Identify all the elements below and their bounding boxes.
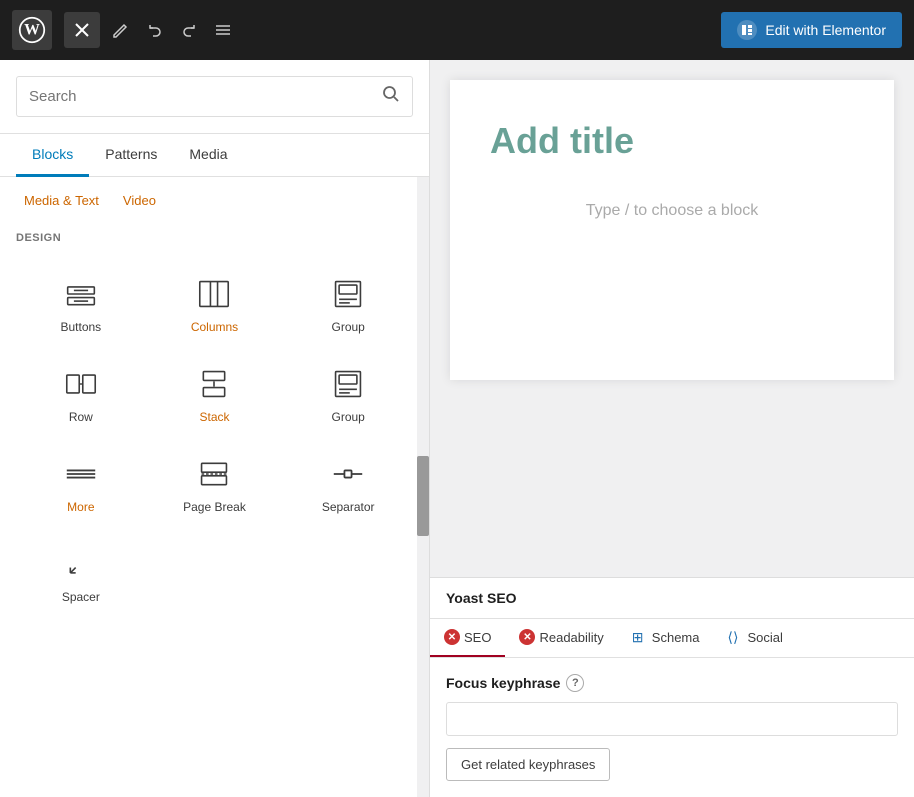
- focus-keyphrase-text: Focus keyphrase: [446, 675, 560, 691]
- yoast-tabs: ✕ SEO ✕ Readability ⊞ Schema ⟨⟩ Social: [430, 619, 914, 658]
- tabs-area: Blocks Patterns Media: [0, 134, 429, 177]
- search-area: [0, 60, 429, 134]
- columns-label: Columns: [191, 320, 238, 334]
- group2-icon: [330, 366, 366, 402]
- svg-text:W: W: [24, 21, 40, 38]
- undo-button[interactable]: [142, 17, 168, 43]
- tab-seo[interactable]: ✕ SEO: [430, 619, 505, 657]
- menu-button[interactable]: [210, 17, 236, 43]
- spacer-label: Spacer: [62, 590, 100, 604]
- block-grid: Buttons Columns: [0, 252, 429, 624]
- block-item-group[interactable]: Group: [283, 260, 413, 346]
- keyphrase-input[interactable]: [446, 702, 898, 736]
- design-section-label: DESIGN: [0, 220, 429, 252]
- block-item-columns[interactable]: Columns: [150, 260, 280, 346]
- block-item-more[interactable]: More: [16, 440, 146, 526]
- separator-icon: [330, 456, 366, 492]
- tab-schema[interactable]: ⊞ Schema: [618, 619, 714, 657]
- top-items-row: Media & Text Video: [0, 185, 429, 220]
- buttons-label: Buttons: [60, 320, 101, 334]
- yoast-header: Yoast SEO: [430, 578, 914, 619]
- readability-error-icon: ✕: [519, 629, 535, 645]
- search-icon: [382, 85, 400, 108]
- edit-pencil-button[interactable]: [108, 17, 134, 43]
- block-item-separator[interactable]: Separator: [283, 440, 413, 526]
- focus-keyphrase-label: Focus keyphrase ?: [446, 674, 898, 692]
- more-icon: [63, 456, 99, 492]
- block-hint: Type / to choose a block: [490, 182, 854, 240]
- separator-label: Separator: [322, 500, 375, 514]
- wp-logo: W: [12, 10, 52, 50]
- block-item-row[interactable]: Row: [16, 350, 146, 436]
- edit-elementor-button[interactable]: Edit with Elementor: [721, 12, 902, 48]
- schema-tab-label: Schema: [652, 630, 700, 645]
- scrollbar-track: [417, 177, 429, 797]
- tab-social[interactable]: ⟨⟩ Social: [714, 619, 797, 657]
- group-label: Group: [331, 320, 364, 334]
- close-button[interactable]: [64, 12, 100, 48]
- editor-canvas[interactable]: Add title Type / to choose a block: [450, 80, 894, 380]
- tab-readability[interactable]: ✕ Readability: [505, 619, 617, 657]
- pagebreak-label: Page Break: [183, 500, 246, 514]
- yoast-panel: Yoast SEO ✕ SEO ✕ Readability ⊞ Schema ⟨…: [430, 577, 914, 797]
- tab-patterns[interactable]: Patterns: [89, 134, 173, 177]
- block-item-pagebreak[interactable]: Page Break: [150, 440, 280, 526]
- schema-grid-icon: ⊞: [632, 629, 648, 645]
- top-toolbar: W: [0, 0, 914, 60]
- block-item-group2[interactable]: Group: [283, 350, 413, 436]
- help-icon[interactable]: ?: [566, 674, 584, 692]
- group2-label: Group: [331, 410, 364, 424]
- spacer-icon: [63, 546, 99, 582]
- search-box: [16, 76, 413, 117]
- add-title-placeholder[interactable]: Add title: [490, 120, 854, 162]
- row-label: Row: [69, 410, 93, 424]
- tab-media[interactable]: Media: [173, 134, 243, 177]
- main-layout: Blocks Patterns Media Media & Text Video…: [0, 60, 914, 797]
- stack-label: Stack: [199, 410, 229, 424]
- readability-tab-label: Readability: [539, 630, 603, 645]
- scrollbar-thumb[interactable]: [417, 456, 429, 536]
- search-input[interactable]: [29, 88, 382, 105]
- social-tab-label: Social: [748, 630, 783, 645]
- tab-blocks[interactable]: Blocks: [16, 134, 89, 177]
- media-text-item[interactable]: Media & Text: [16, 189, 107, 212]
- elementor-icon: [737, 20, 757, 40]
- get-keyphrases-button[interactable]: Get related keyphrases: [446, 748, 610, 781]
- pagebreak-icon: [196, 456, 232, 492]
- left-panel: Blocks Patterns Media Media & Text Video…: [0, 60, 430, 797]
- block-item-buttons[interactable]: Buttons: [16, 260, 146, 346]
- columns-icon: [196, 276, 232, 312]
- seo-tab-label: SEO: [464, 630, 491, 645]
- more-label: More: [67, 500, 94, 514]
- video-item[interactable]: Video: [115, 189, 164, 212]
- yoast-content: Focus keyphrase ? Get related keyphrases: [430, 658, 914, 797]
- edit-elementor-label: Edit with Elementor: [765, 22, 886, 38]
- seo-error-icon: ✕: [444, 629, 460, 645]
- group-icon: [330, 276, 366, 312]
- row-icon: [63, 366, 99, 402]
- buttons-icon: [63, 276, 99, 312]
- stack-icon: [196, 366, 232, 402]
- block-item-stack[interactable]: Stack: [150, 350, 280, 436]
- block-list: Media & Text Video DESIGN: [0, 177, 429, 797]
- right-content: Add title Type / to choose a block Yoast…: [430, 60, 914, 797]
- redo-button[interactable]: [176, 17, 202, 43]
- block-item-spacer[interactable]: Spacer: [16, 530, 146, 616]
- editor-area: Add title Type / to choose a block: [430, 60, 914, 577]
- social-share-icon: ⟨⟩: [728, 629, 744, 645]
